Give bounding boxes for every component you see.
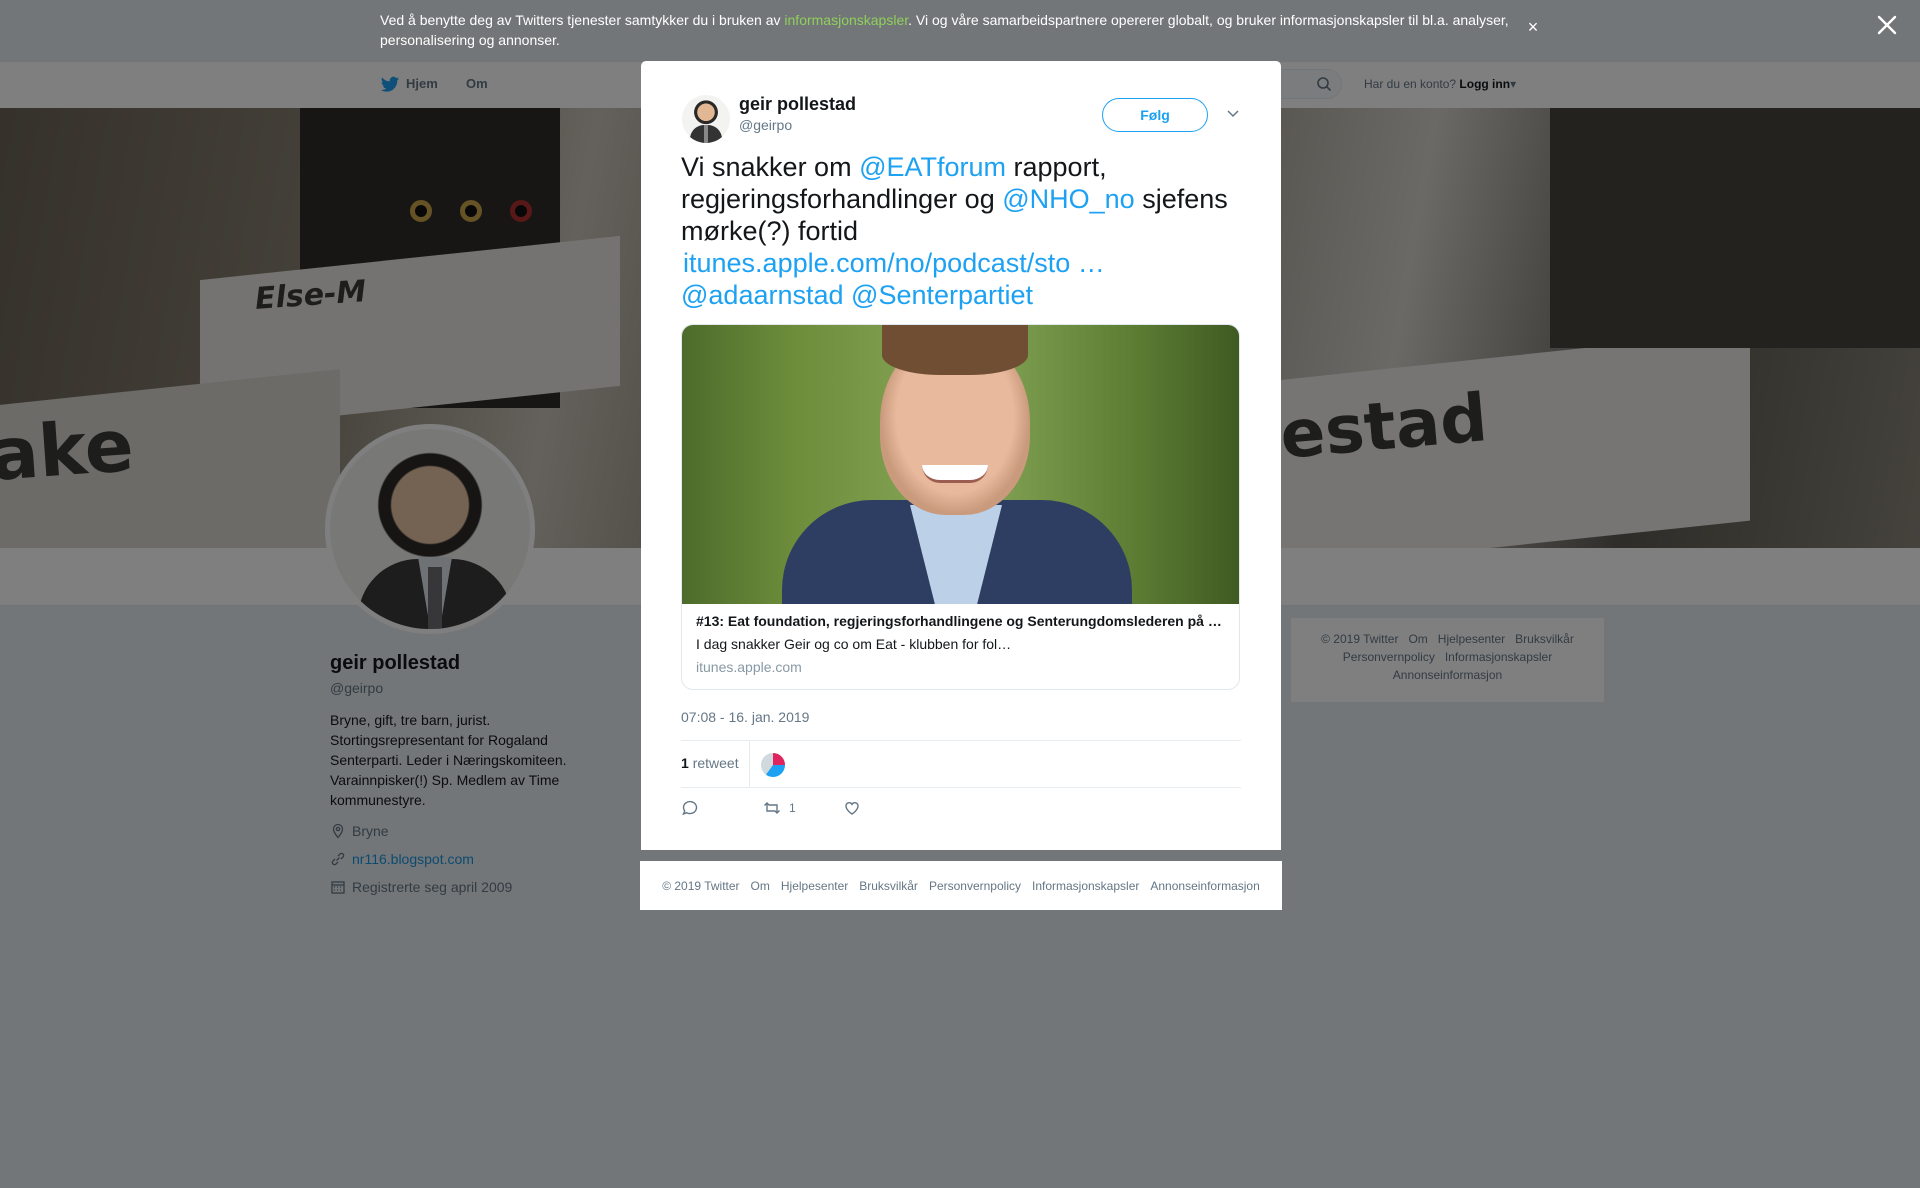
card-image[interactable] bbox=[682, 325, 1239, 604]
mention-link[interactable]: @EATforum bbox=[859, 152, 1006, 182]
image-hair bbox=[882, 325, 1028, 375]
modal-footer: © 2019 Twitter Om Hjelpesenter Bruksvilk… bbox=[640, 861, 1282, 910]
retweet-icon bbox=[764, 802, 780, 814]
reply-button[interactable] bbox=[681, 799, 707, 817]
stats-divider bbox=[749, 741, 750, 787]
tweet-text: Vi snakker om @EATforum rapport, regjeri… bbox=[681, 151, 1251, 311]
close-icon[interactable] bbox=[1874, 12, 1900, 38]
footer-link-about[interactable]: Om bbox=[751, 879, 770, 893]
cookie-close-button[interactable]: × bbox=[1524, 18, 1542, 36]
mention-link[interactable]: @adaarnstad bbox=[681, 280, 844, 310]
cookie-text-before: Ved å benytte deg av Twitters tjenester … bbox=[380, 12, 785, 28]
follow-button[interactable]: Følg bbox=[1102, 98, 1208, 132]
like-button[interactable] bbox=[843, 799, 869, 817]
footer-link-terms[interactable]: Bruksvilkår bbox=[859, 879, 918, 893]
tweet-stats: 1 retweet bbox=[681, 740, 1241, 788]
footer-link-cookies[interactable]: Informasjonskapsler bbox=[1032, 879, 1139, 893]
cookie-link[interactable]: informasjonskapsler bbox=[784, 12, 908, 28]
retweet-stat-count: 1 bbox=[681, 755, 689, 771]
footer-link-privacy[interactable]: Personvernpolicy bbox=[929, 879, 1021, 893]
tweet-text-part: Vi snakker om bbox=[681, 152, 860, 182]
card-domain: itunes.apple.com bbox=[696, 659, 802, 675]
mention-link[interactable]: @NHO_no bbox=[1002, 184, 1134, 214]
card-description: I dag snakker Geir og co om Eat - klubbe… bbox=[696, 636, 1012, 652]
url-link[interactable]: itunes.apple.com/no/podcast/sto … bbox=[683, 248, 1105, 278]
retweet-button[interactable]: 1 bbox=[763, 799, 796, 817]
tweet-modal: geir pollestad @geirpo Følg Vi snakker o… bbox=[641, 61, 1281, 850]
footer-link-help[interactable]: Hjelpesenter bbox=[781, 879, 848, 893]
link-preview-card[interactable]: #13: Eat foundation, regjeringsforhandli… bbox=[681, 324, 1240, 690]
cookie-consent-bar: Ved å benytte deg av Twitters tjenester … bbox=[0, 0, 1920, 62]
retweet-stat-label: retweet bbox=[692, 755, 739, 771]
reply-icon bbox=[682, 800, 698, 816]
chevron-down-icon[interactable] bbox=[1225, 105, 1241, 121]
tweet-author-name[interactable]: geir pollestad bbox=[739, 94, 856, 115]
cookie-message: Ved å benytte deg av Twitters tjenester … bbox=[380, 10, 1520, 50]
card-title[interactable]: #13: Eat foundation, regjeringsforhandli… bbox=[696, 613, 1226, 629]
tweet-timestamp[interactable]: 07:08 - 16. jan. 2019 bbox=[681, 709, 809, 725]
retweet-count: 1 bbox=[789, 801, 796, 815]
tweet-author-avatar[interactable] bbox=[682, 95, 730, 143]
retweeter-avatar[interactable] bbox=[761, 753, 785, 777]
retweet-stat[interactable]: 1 retweet bbox=[681, 755, 739, 771]
tweet-actions: 1 bbox=[681, 799, 981, 823]
image-smile bbox=[922, 465, 988, 483]
tweet-author-handle[interactable]: @geirpo bbox=[739, 117, 792, 133]
mention-link[interactable]: @Senterpartiet bbox=[851, 280, 1033, 310]
footer-copyright: © 2019 Twitter bbox=[662, 878, 740, 893]
heart-icon bbox=[845, 802, 859, 815]
footer-link-ads[interactable]: Annonseinformasjon bbox=[1150, 879, 1259, 893]
avatar-tie bbox=[704, 125, 708, 143]
